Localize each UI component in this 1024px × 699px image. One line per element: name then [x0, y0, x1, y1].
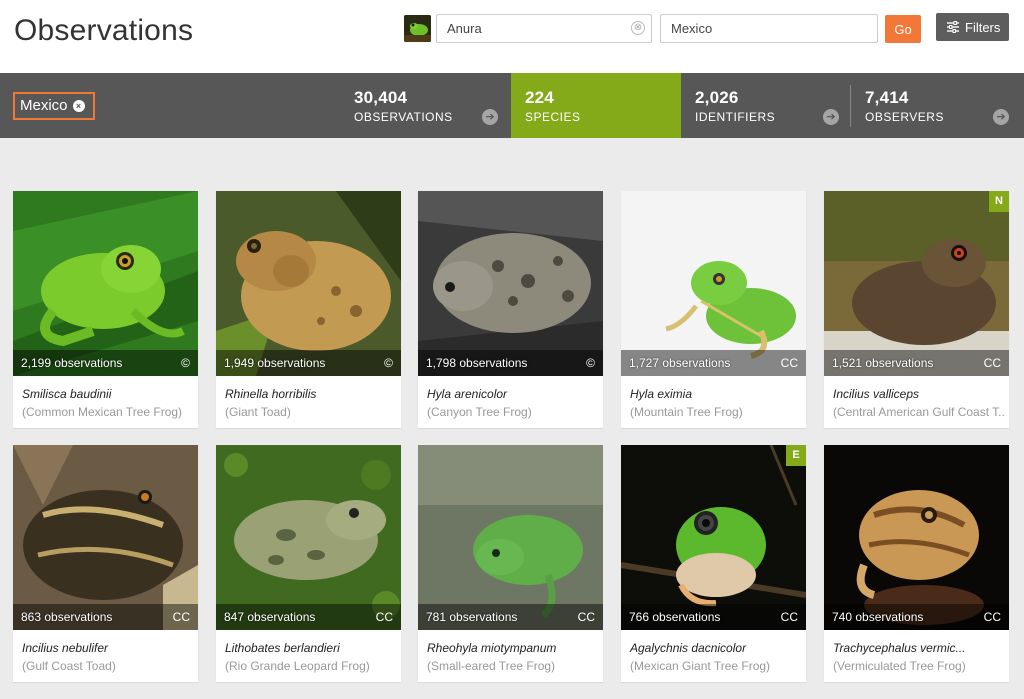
stat-value: 7,414 [865, 88, 909, 107]
scientific-name[interactable]: Rhinella horribilis [225, 387, 316, 401]
species-photo[interactable]: 2,199 observations © [13, 191, 198, 376]
license-icon: CC [577, 610, 595, 624]
species-card[interactable]: 781 observations CC Rheohyla miotympanum… [418, 445, 603, 682]
clear-taxon-icon[interactable]: ⊗ [631, 21, 645, 35]
species-photo[interactable]: 863 observations CC [13, 445, 198, 630]
observation-count: 1,949 observations [224, 356, 326, 370]
species-card[interactable]: 1,521 observations CC N Incilius vallice… [824, 191, 1009, 428]
scientific-name[interactable]: Trachycephalus vermic... [833, 641, 966, 655]
stat-value: 224 [525, 88, 554, 107]
observation-count: 863 observations [21, 610, 113, 624]
common-name: (Gulf Coast Toad) [22, 659, 116, 673]
stat-identifiers[interactable]: 2,026 IDENTIFIERS ➔ [681, 73, 851, 138]
species-photo[interactable]: 1,521 observations CC N [824, 191, 1009, 376]
stat-label: SPECIES [525, 110, 581, 124]
observation-count: 847 observations [224, 610, 316, 624]
species-card[interactable]: 847 observations CC Lithobates berlandie… [216, 445, 401, 682]
sliders-icon [947, 21, 959, 33]
species-card[interactable]: 766 observations CC E Agalychnis dacnico… [621, 445, 806, 682]
scientific-name[interactable]: Lithobates berlandieri [225, 641, 340, 655]
place-search-input[interactable] [660, 14, 878, 43]
species-photo[interactable]: 1,798 observations © [418, 191, 603, 376]
scientific-name[interactable]: Smilisca baudinii [22, 387, 111, 401]
header: Observations ⊗ Go Filters [0, 0, 1024, 73]
stat-observations[interactable]: 30,404 OBSERVATIONS ➔ [340, 73, 510, 138]
place-filter-chip[interactable]: Mexico × [13, 92, 95, 120]
license-icon: © [384, 356, 393, 370]
observation-count: 766 observations [629, 610, 721, 624]
endemic-status-badge: E [786, 445, 806, 466]
common-name: (Common Mexican Tree Frog) [22, 405, 183, 419]
license-icon: CC [780, 356, 798, 370]
observation-count: 740 observations [832, 610, 924, 624]
arrow-right-icon[interactable]: ➔ [482, 109, 498, 125]
observation-count: 1,727 observations [629, 356, 731, 370]
common-name: (Canyon Tree Frog) [427, 405, 532, 419]
stats-bar: Mexico × 30,404 OBSERVATIONS ➔ 224 SPECI… [0, 73, 1024, 138]
observation-count: 781 observations [426, 610, 518, 624]
species-card[interactable]: 1,798 observations © Hyla arenicolor (Ca… [418, 191, 603, 428]
species-card[interactable]: 1,727 observations CC Hyla eximia (Mount… [621, 191, 806, 428]
arrow-right-icon[interactable]: ➔ [823, 109, 839, 125]
species-card[interactable]: 863 observations CC Incilius nebulifer (… [13, 445, 198, 682]
place-chip-label: Mexico [20, 97, 68, 114]
filters-button[interactable]: Filters [936, 13, 1009, 41]
species-photo[interactable]: 781 observations CC [418, 445, 603, 630]
common-name: (Mountain Tree Frog) [630, 405, 743, 419]
license-icon: CC [375, 610, 393, 624]
close-icon[interactable]: × [72, 100, 85, 112]
scientific-name[interactable]: Incilius valliceps [833, 387, 919, 401]
species-photo[interactable]: 1,949 observations © [216, 191, 401, 376]
scientific-name[interactable]: Agalychnis dacnicolor [630, 641, 746, 655]
stat-species[interactable]: 224 SPECIES [511, 73, 681, 138]
observation-count: 1,798 observations [426, 356, 528, 370]
species-photo[interactable]: 766 observations CC E [621, 445, 806, 630]
license-icon: CC [172, 610, 190, 624]
stat-value: 30,404 [354, 88, 408, 107]
scientific-name[interactable]: Incilius nebulifer [22, 641, 108, 655]
license-icon: CC [983, 610, 1001, 624]
native-status-badge: N [989, 191, 1009, 212]
species-photo[interactable]: 740 observations CC [824, 445, 1009, 630]
license-icon: CC [780, 610, 798, 624]
common-name: (Rio Grande Leopard Frog) [225, 659, 370, 673]
taxon-thumbnail [404, 15, 431, 42]
license-icon: CC [983, 356, 1001, 370]
observation-count: 2,199 observations [21, 356, 123, 370]
scientific-name[interactable]: Hyla eximia [630, 387, 692, 401]
common-name: (Giant Toad) [225, 405, 291, 419]
species-card[interactable]: 740 observations CC Trachycephalus vermi… [824, 445, 1009, 682]
species-card[interactable]: 1,949 observations © Rhinella horribilis… [216, 191, 401, 428]
page-title: Observations [14, 14, 194, 47]
common-name: (Small-eared Tree Frog) [427, 659, 556, 673]
common-name: (Central American Gulf Coast T... [833, 405, 1005, 419]
license-icon: © [181, 356, 190, 370]
license-icon: © [586, 356, 595, 370]
filters-label: Filters [965, 19, 1001, 35]
species-photo[interactable]: 847 observations CC [216, 445, 401, 630]
common-name: (Mexican Giant Tree Frog) [630, 659, 771, 673]
arrow-right-icon[interactable]: ➔ [993, 109, 1009, 125]
common-name: (Vermiculated Tree Frog) [833, 659, 966, 673]
go-button[interactable]: Go [885, 15, 921, 43]
stat-observers[interactable]: 7,414 OBSERVERS ➔ [851, 73, 1021, 138]
observation-count: 1,521 observations [832, 356, 934, 370]
species-photo[interactable]: 1,727 observations CC [621, 191, 806, 376]
species-card[interactable]: 2,199 observations © Smilisca baudinii (… [13, 191, 198, 428]
scientific-name[interactable]: Rheohyla miotympanum [427, 641, 556, 655]
scientific-name[interactable]: Hyla arenicolor [427, 387, 507, 401]
taxon-search-input[interactable] [436, 14, 652, 43]
stat-value: 2,026 [695, 88, 739, 107]
